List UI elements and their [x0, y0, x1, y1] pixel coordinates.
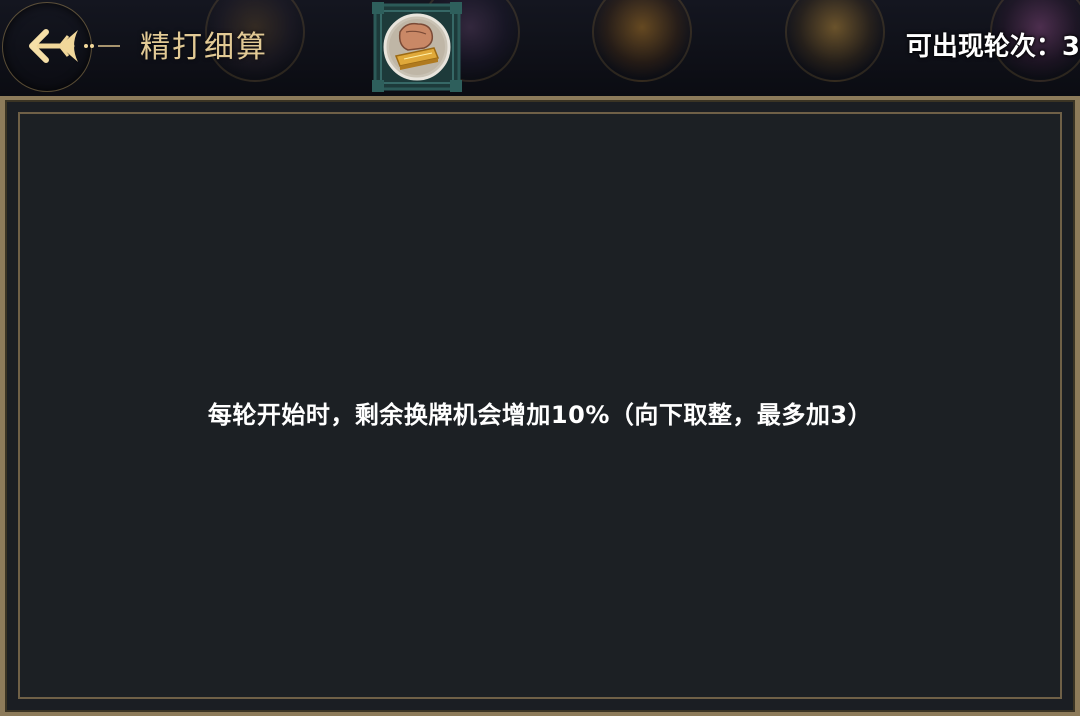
round-count-label: 可出现轮次：3 [905, 32, 1080, 62]
back-arrow-icon [29, 29, 120, 63]
page-title: 精打细算 [140, 30, 268, 65]
background-card-orb [592, 0, 692, 82]
background-card-orb [785, 0, 885, 82]
description-panel: 每轮开始时，剩余换牌机会增加10%（向下取整，最多加3） [0, 96, 1080, 716]
back-button[interactable] [20, 20, 120, 72]
fist-gold-card-icon [372, 2, 462, 92]
description-panel-inner: 每轮开始时，剩余换牌机会增加10%（向下取整，最多加3） [18, 112, 1062, 699]
top-bar: 精打细算 可出现轮次：3 [0, 0, 1080, 96]
effect-description: 每轮开始时，剩余换牌机会增加10%（向下取整，最多加3） [207, 401, 873, 429]
